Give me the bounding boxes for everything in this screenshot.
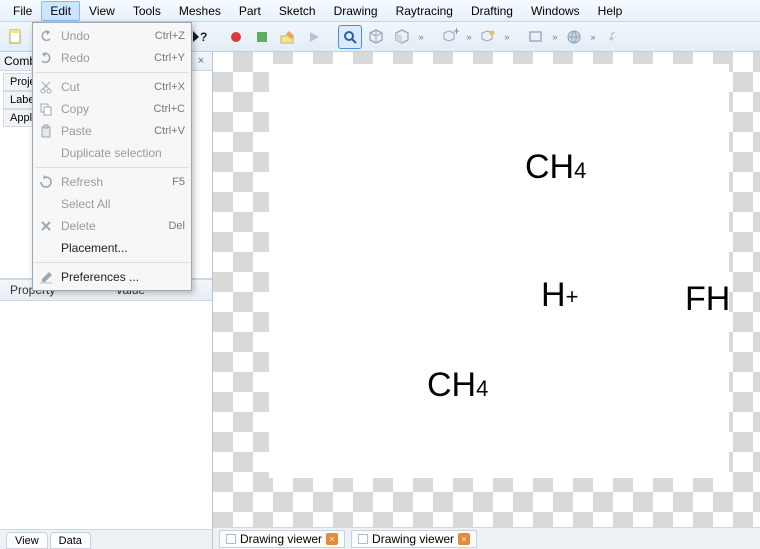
close-tab-icon[interactable]: × (326, 533, 338, 545)
menu-item-cut[interactable]: CutCtrl+X (33, 76, 191, 98)
document-tabs: Drawing viewer × Drawing viewer × (213, 527, 760, 549)
close-icon[interactable]: × (194, 54, 208, 68)
document-tab[interactable]: Drawing viewer × (351, 530, 477, 548)
record-button[interactable] (224, 25, 248, 49)
undo-icon (35, 25, 57, 47)
wrench-button[interactable] (600, 25, 624, 49)
rect-tool-button[interactable] (524, 25, 548, 49)
menu-file[interactable]: File (4, 1, 41, 21)
menu-item-label: Undo (57, 29, 155, 43)
menu-view[interactable]: View (80, 1, 124, 21)
drawing-paper: CH4 H+ FH CH4 (269, 64, 729, 478)
doc-tab-label: Drawing viewer (372, 532, 454, 546)
menu-meshes[interactable]: Meshes (170, 1, 230, 21)
front-view-button[interactable] (390, 25, 414, 49)
menu-item-copy[interactable]: CopyCtrl+C (33, 98, 191, 120)
cube-plus-button[interactable]: + (438, 25, 462, 49)
menu-item-label: Delete (57, 219, 168, 233)
menu-item-paste[interactable]: PasteCtrl+V (33, 120, 191, 142)
blank-icon (35, 193, 57, 215)
menu-item-shortcut: Ctrl+Y (154, 52, 185, 64)
property-body (0, 301, 212, 529)
menu-raytracing[interactable]: Raytracing (387, 1, 462, 21)
blank-icon (35, 237, 57, 259)
menu-item-shortcut: Ctrl+C (154, 103, 185, 115)
copy-icon (35, 98, 57, 120)
property-bottom-tabs: ViewData (0, 529, 212, 549)
cube-gear-button[interactable] (476, 25, 500, 49)
blank-icon (35, 142, 57, 164)
menu-item-placement-[interactable]: Placement... (33, 237, 191, 259)
menu-item-label: Copy (57, 102, 154, 116)
menu-item-shortcut: Ctrl+V (154, 125, 185, 137)
menu-item-label: Placement... (57, 241, 185, 255)
drawing-canvas[interactable]: CH4 H+ FH CH4 (213, 52, 760, 527)
document-tab[interactable]: Drawing viewer × (219, 530, 345, 548)
menu-item-label: Preferences ... (57, 270, 185, 284)
menu-item-select-all[interactable]: Select All (33, 193, 191, 215)
menu-item-undo[interactable]: UndoCtrl+Z (33, 25, 191, 47)
cut-icon (35, 76, 57, 98)
menu-item-delete[interactable]: DeleteDel (33, 215, 191, 237)
svg-text:+: + (453, 28, 459, 38)
formula-hplus[interactable]: H+ (541, 276, 578, 315)
prefs-icon (35, 266, 57, 288)
toolbar-overflow-icon[interactable]: » (416, 32, 426, 42)
toolbar-overflow-icon[interactable]: » (588, 32, 598, 42)
menu-windows[interactable]: Windows (522, 1, 589, 21)
edit-menu-dropdown: UndoCtrl+ZRedoCtrl+YCutCtrl+XCopyCtrl+CP… (32, 22, 192, 291)
svg-text:?: ? (200, 30, 207, 44)
formula-ch4[interactable]: CH4 (427, 366, 488, 405)
zoom-fit-button[interactable] (338, 25, 362, 49)
menu-item-label: Paste (57, 124, 154, 138)
doc-tab-label: Drawing viewer (240, 532, 322, 546)
menu-drawing[interactable]: Drawing (325, 1, 387, 21)
iso-view-button[interactable] (364, 25, 388, 49)
menu-item-label: Refresh (57, 175, 172, 189)
menu-item-duplicate-selection[interactable]: Duplicate selection (33, 142, 191, 164)
close-tab-icon[interactable]: × (458, 533, 470, 545)
menu-item-label: Cut (57, 80, 154, 94)
bottom-tab-view[interactable]: View (6, 532, 48, 549)
menu-drafting[interactable]: Drafting (462, 1, 522, 21)
menu-separator (35, 72, 189, 73)
menu-separator (35, 167, 189, 168)
menu-sketch[interactable]: Sketch (270, 1, 325, 21)
bottom-tab-data[interactable]: Data (50, 532, 91, 549)
menu-item-preferences-[interactable]: Preferences ... (33, 266, 191, 288)
menu-item-label: Duplicate selection (57, 146, 185, 160)
menu-item-shortcut: Ctrl+X (154, 81, 185, 93)
stop-button[interactable] (250, 25, 274, 49)
menu-edit[interactable]: Edit (41, 1, 80, 21)
formula-ch4[interactable]: CH4 (525, 148, 586, 187)
paste-icon (35, 120, 57, 142)
menu-item-redo[interactable]: RedoCtrl+Y (33, 47, 191, 69)
menu-separator (35, 262, 189, 263)
menu-item-label: Redo (57, 51, 154, 65)
toolbar-overflow-icon[interactable]: » (550, 32, 560, 42)
doc-icon (358, 534, 368, 544)
toolbar-overflow-icon[interactable]: » (464, 32, 474, 42)
redo-icon (35, 47, 57, 69)
edit-note-button[interactable] (276, 25, 300, 49)
menu-item-shortcut: F5 (172, 176, 185, 188)
menu-tools[interactable]: Tools (124, 1, 170, 21)
menubar: FileEditViewToolsMeshesPartSketchDrawing… (0, 0, 760, 22)
formula-fh[interactable]: FH (685, 280, 730, 319)
menu-item-refresh[interactable]: RefreshF5 (33, 171, 191, 193)
delete-icon (35, 215, 57, 237)
menu-item-label: Select All (57, 197, 185, 211)
menu-item-shortcut: Ctrl+Z (155, 30, 185, 42)
refresh-icon (35, 171, 57, 193)
globe-button[interactable] (562, 25, 586, 49)
menu-part[interactable]: Part (230, 1, 270, 21)
menu-item-shortcut: Del (168, 220, 185, 232)
doc-icon (226, 534, 236, 544)
toolbar-overflow-icon[interactable]: » (502, 32, 512, 42)
menu-help[interactable]: Help (589, 1, 632, 21)
new-doc-button[interactable] (4, 25, 28, 49)
play-button[interactable] (302, 25, 326, 49)
